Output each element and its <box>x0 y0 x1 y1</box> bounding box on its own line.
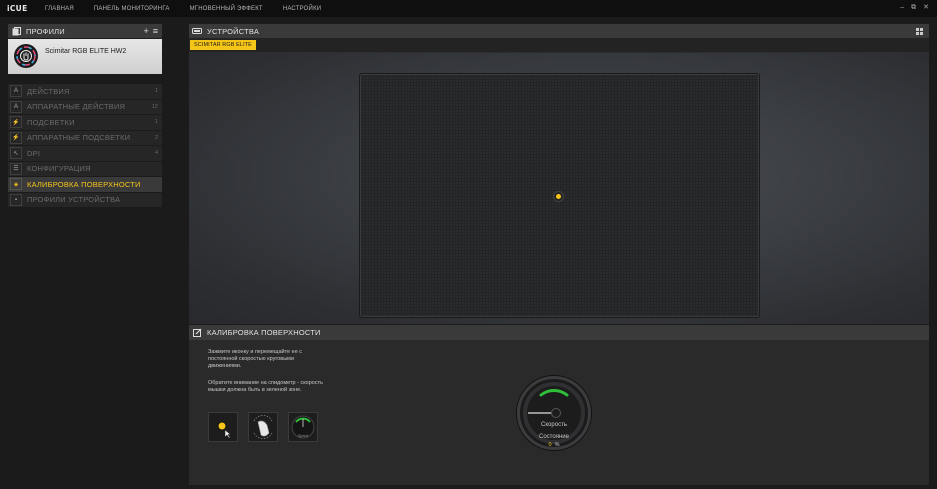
step-drag-icon-thumbnail <box>208 412 238 442</box>
nav-instant-lighting[interactable]: МГНОВЕННЫЙ ЭФФЕКТ <box>190 6 263 12</box>
hardware-lighting-icon: ⚡ <box>10 131 22 144</box>
sidebar-menu: A ДЕЙСТВИЯ 1 A АППАРАТНЫЕ ДЕЙСТВИЯ 12 ⚡ … <box>8 84 162 208</box>
restore-icon[interactable]: ⧉ <box>911 3 916 12</box>
nav-settings[interactable]: НАСТРОЙКИ <box>283 6 321 12</box>
device-profile-card[interactable]: Scimitar RGB ELITE HW2 <box>8 39 162 74</box>
actions-icon: A <box>10 85 22 98</box>
sidebar-item-label: DPI <box>27 148 41 158</box>
configuration-icon: ☰ <box>10 162 22 175</box>
gauge-state-unit: % <box>554 442 560 448</box>
sidebar-item-lighting[interactable]: ⚡ ПОДСВЕТКИ 1 <box>8 115 162 130</box>
surface-calibration-title: КАЛИБРОВКА ПОВЕРХНОСТИ <box>207 328 321 337</box>
dpi-icon: ↖ <box>10 147 22 160</box>
sidebar-item-label: ПРОФИЛИ УСТРОЙСТВА <box>27 195 121 205</box>
gauge-state-value: 0 <box>548 442 552 448</box>
device-profile-name: Scimitar RGB ELITE HW2 <box>45 48 127 55</box>
device-profile-icon <box>14 44 38 68</box>
top-nav-bar: iCUE ГЛАВНАЯ ПАНЕЛЬ МОНИТОРИНГА МГНОВЕНН… <box>0 0 937 17</box>
surface-calibration-header: КАЛИБРОВКА ПОВЕРХНОСТИ <box>189 325 929 340</box>
close-icon[interactable]: ✕ <box>923 3 929 12</box>
profiles-title: ПРОФИЛИ <box>26 26 65 36</box>
sidebar-item-dpi[interactable]: ↖ DPI 4 <box>8 146 162 161</box>
sidebar-item-label: КАЛИБРОВКА ПОВЕРХНОСТИ <box>27 179 141 189</box>
surface-calibration-panel: Зажмите иконку и перемещайте ее с постоя… <box>189 340 929 485</box>
nav-home[interactable]: ГЛАВНАЯ <box>45 6 74 12</box>
window-controls: – ⧉ ✕ <box>900 3 929 12</box>
nav-dashboard[interactable]: ПАНЕЛЬ МОНИТОРИНГА <box>94 6 170 12</box>
device-tab-strip: SCIMITAR RGB ELITE <box>189 38 929 53</box>
drag-dot-icon <box>217 421 232 439</box>
sidebar-item-count: 12 <box>151 103 158 110</box>
speedometer-thumb-label: Speed <box>297 434 309 438</box>
add-profile-icon[interactable]: + <box>143 26 148 36</box>
sidebar-item-label: ПОДСВЕТКИ <box>27 117 75 127</box>
calibration-drag-handle[interactable] <box>554 192 563 201</box>
device-profiles-icon: ▪ <box>10 193 22 206</box>
profiles-menu-icon[interactable]: ≡ <box>153 26 158 36</box>
devices-icon <box>192 26 202 36</box>
gauge-state-label: Состояние <box>539 434 569 440</box>
hardware-actions-icon: A <box>10 100 22 113</box>
gauge-state-readout: 0% <box>520 442 588 448</box>
sidebar-item-label: АППАРАТНЫЕ ПОДСВЕТКИ <box>27 133 131 143</box>
surface-calibration-icon: ◈ <box>10 178 22 191</box>
sidebar-item-label: АППАРАТНЫЕ ДЕЙСТВИЯ <box>27 102 126 112</box>
sidebar-item-count: 4 <box>154 150 158 157</box>
devices-header: УСТРОЙСТВА <box>189 24 929 38</box>
sidebar-item-count: 2 <box>154 134 158 141</box>
sidebar-item-surface-calibration[interactable]: ◈ КАЛИБРОВКА ПОВЕРХНОСТИ <box>8 177 162 192</box>
devices-title: УСТРОЙСТВА <box>207 26 260 36</box>
sidebar-item-count: 1 <box>154 119 158 126</box>
minimize-icon[interactable]: – <box>900 3 904 12</box>
mouse-pad-surface[interactable] <box>359 73 760 318</box>
lighting-icon: ⚡ <box>10 116 22 129</box>
profiles-icon <box>11 26 21 36</box>
app-logo[interactable]: iCUE <box>7 4 45 13</box>
speed-gauge: Скорость Состояние 0% <box>517 376 591 450</box>
sidebar-item-count: 1 <box>154 88 158 95</box>
edit-icon <box>192 328 202 338</box>
instruction-watch-speedometer: Обратите внимание на спидометр - скорост… <box>208 380 323 394</box>
gauge-speed-label: Скорость <box>541 422 567 428</box>
sidebar-item-label: КОНФИГУРАЦИЯ <box>27 164 91 174</box>
calibration-stage <box>189 53 929 324</box>
step-speedometer-thumbnail: Speed <box>288 412 318 442</box>
instruction-hold-icon: Зажмите иконку и перемещайте ее с постоя… <box>208 349 303 370</box>
sidebar-item-configuration[interactable]: ☰ КОНФИГУРАЦИЯ <box>8 161 162 176</box>
sidebar-item-actions[interactable]: A ДЕЙСТВИЯ 1 <box>8 84 162 99</box>
sidebar-item-hardware-lighting[interactable]: ⚡ АППАРАТНЫЕ ПОДСВЕТКИ 2 <box>8 130 162 145</box>
profiles-header: ПРОФИЛИ + ≡ <box>8 24 162 38</box>
sidebar-item-device-profiles[interactable]: ▪ ПРОФИЛИ УСТРОЙСТВА <box>8 192 162 207</box>
mouse-motion-icon <box>253 415 273 439</box>
step-circular-motion-thumbnail <box>248 412 278 442</box>
sidebar-item-hardware-actions[interactable]: A АППАРАТНЫЕ ДЕЙСТВИЯ 12 <box>8 99 162 114</box>
device-tab-scimitar[interactable]: SCIMITAR RGB ELITE <box>190 40 256 50</box>
sidebar-item-label: ДЕЙСТВИЯ <box>27 86 70 96</box>
